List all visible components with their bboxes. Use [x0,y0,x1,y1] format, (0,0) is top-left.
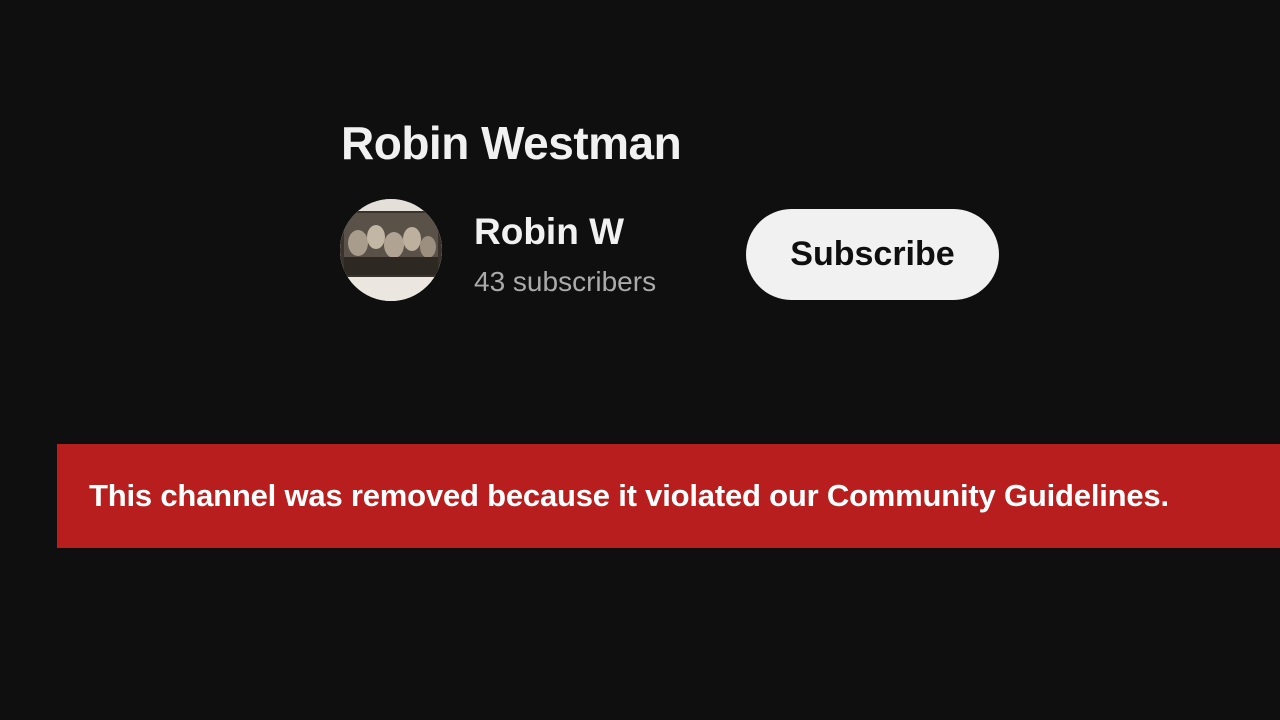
subscriber-count: 43 subscribers [474,266,657,297]
removal-notice-banner: This channel was removed because it viol… [57,444,1280,548]
channel-avatar[interactable] [340,199,442,301]
avatar-photo [340,199,442,301]
removal-notice-text: This channel was removed because it viol… [89,478,1169,513]
channel-name[interactable]: Robin W [474,210,624,254]
subscribe-button[interactable]: Subscribe [746,209,999,300]
video-title: Robin Westman [341,117,682,169]
